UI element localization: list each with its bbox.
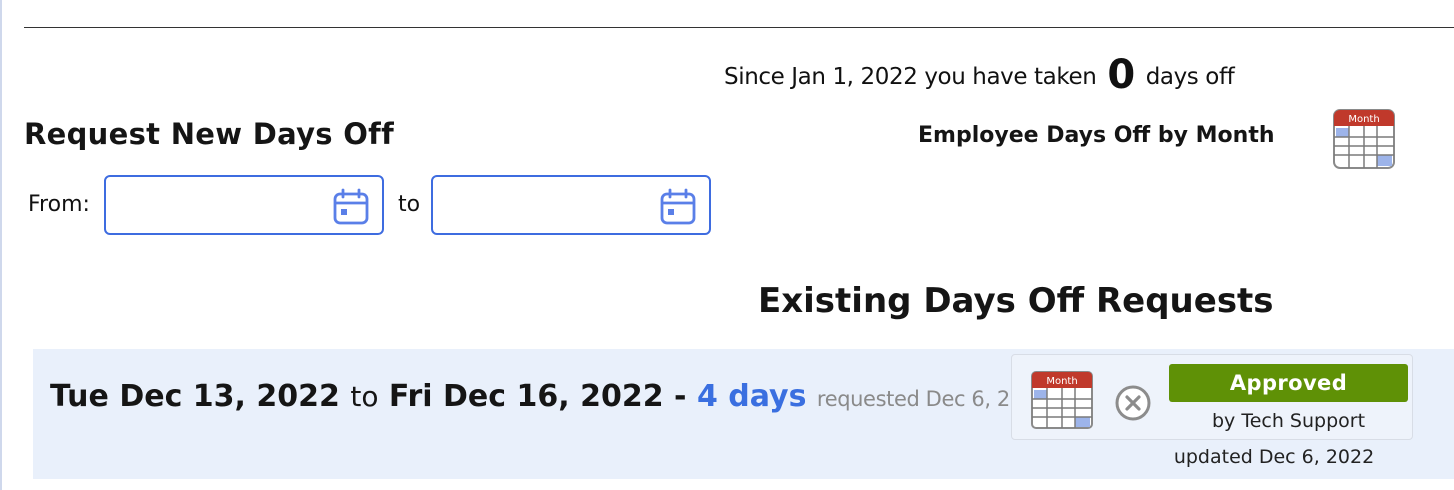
days-off-summary: Since Jan 1, 2022 you have taken 0 days …	[724, 52, 1235, 98]
days-off-by-month-link[interactable]: Employee Days Off by Month	[918, 123, 1275, 148]
updated-date: updated Dec 6, 2022	[1173, 446, 1375, 468]
to-date-input[interactable]	[443, 191, 657, 221]
to-date-field[interactable]	[431, 175, 711, 235]
request-start-date: Tue Dec 13, 2022	[50, 379, 340, 414]
to-label: to	[398, 192, 421, 217]
request-end-date: Fri Dec 16, 2022	[388, 379, 664, 414]
existing-requests-title: Existing Days Off Requests	[758, 281, 1274, 321]
request-day-count: 4 days	[696, 379, 807, 414]
request-actions: Month Approved by Tech Support	[1011, 354, 1413, 440]
days-taken-count: 0	[1107, 52, 1135, 98]
calendar-month-icon[interactable]: Month	[1031, 371, 1093, 433]
calendar-icon[interactable]	[659, 188, 697, 230]
cancel-request-button[interactable]	[1114, 384, 1152, 426]
request-summary: Tue Dec 13, 2022 to Fri Dec 16, 2022 - 4…	[50, 379, 1049, 414]
summary-suffix: days off	[1145, 64, 1235, 90]
calendar-icon[interactable]	[332, 188, 370, 230]
calendar-month-icon[interactable]: Month	[1333, 109, 1395, 173]
request-dash: -	[674, 379, 687, 414]
close-circle-icon	[1115, 385, 1151, 421]
calendar-header-text: Month	[1046, 376, 1077, 387]
request-row: Tue Dec 13, 2022 to Fri Dec 16, 2022 - 4…	[33, 349, 1454, 479]
request-title: Request New Days Off	[24, 117, 395, 151]
calendar-header-text: Month	[1348, 114, 1379, 125]
from-label: From:	[28, 192, 90, 217]
approved-by: by Tech Support	[1211, 410, 1366, 432]
top-divider	[24, 27, 1454, 28]
left-border	[0, 0, 2, 490]
from-date-input[interactable]	[116, 191, 330, 221]
from-date-field[interactable]	[104, 175, 384, 235]
request-to-text: to	[350, 380, 379, 413]
summary-prefix: Since Jan 1, 2022 you have taken	[724, 64, 1097, 90]
status-badge: Approved	[1169, 364, 1408, 402]
